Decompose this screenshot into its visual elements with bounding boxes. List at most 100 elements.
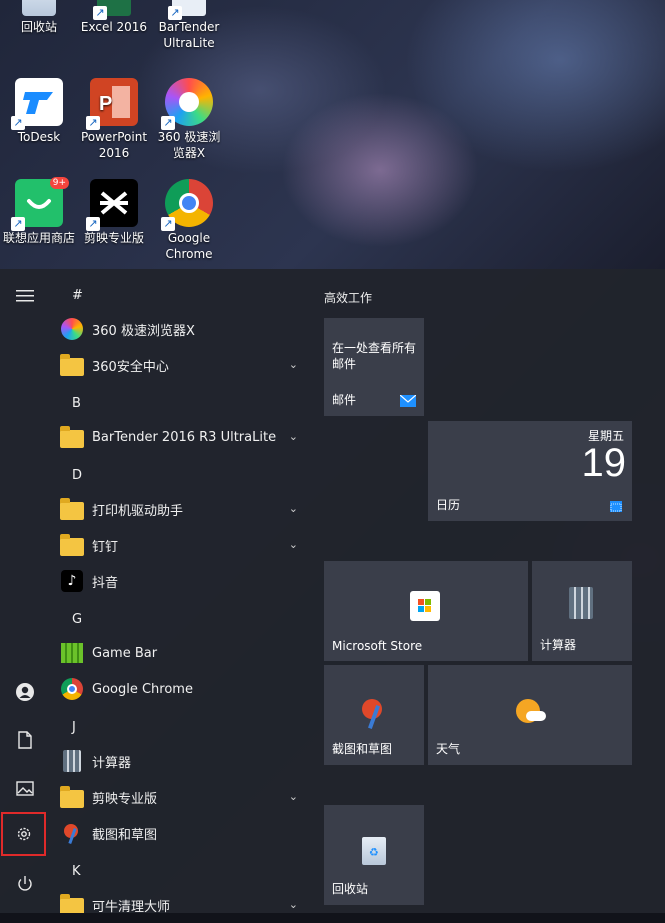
tile-microsoft-store[interactable]: Microsoft Store xyxy=(324,561,528,661)
power-icon xyxy=(18,876,32,891)
desktop-icon-lenovo-store[interactable]: 9+ ↗ 联想应用商店 xyxy=(0,177,78,246)
app-item-google-chrome[interactable]: Google Chrome xyxy=(60,671,306,707)
section-header[interactable]: # xyxy=(72,288,83,303)
folder-icon xyxy=(60,425,84,449)
shortcut-arrow-icon: ↗ xyxy=(168,6,182,20)
lenovo-store-icon: 9+ ↗ xyxy=(11,177,69,231)
douyin-icon: ♪ xyxy=(60,569,84,593)
notification-badge: 9+ xyxy=(49,177,69,189)
tile-recycle-bin[interactable]: ♻ 回收站 xyxy=(324,805,424,905)
desktop-icon-todesk[interactable]: ↗ ToDesk xyxy=(0,78,78,145)
weather-icon xyxy=(516,699,546,729)
pictures-button[interactable] xyxy=(4,767,46,809)
shortcut-arrow-icon: ↗ xyxy=(11,217,25,231)
hamburger-icon xyxy=(16,290,34,302)
desktop-icon-excel[interactable]: ↗ Excel 2016 xyxy=(75,0,153,35)
store-icon xyxy=(410,591,440,621)
svg-text:P: P xyxy=(99,93,112,115)
tile-label: 计算器 xyxy=(540,638,577,652)
chevron-down-icon: ⌄ xyxy=(288,538,298,551)
desktop-icon-label: Excel 2016 xyxy=(80,20,148,34)
shortcut-arrow-icon: ↗ xyxy=(86,217,100,231)
desktop-icon-label: 剪映专业版 xyxy=(83,231,144,245)
desktop-icon-label: Google Chrome xyxy=(165,231,213,261)
desktop-icon-jianying[interactable]: ↗ 剪映专业版 xyxy=(75,179,153,246)
tile-label: 回收站 xyxy=(332,882,369,896)
expand-menu-button[interactable] xyxy=(4,275,46,317)
app-item-360-browser[interactable]: 360 极速浏览器X xyxy=(60,311,306,347)
shortcut-arrow-icon: ↗ xyxy=(86,116,100,130)
start-menu: # 360 极速浏览器X 360安全中心 ⌄ B BarTender 2016 … xyxy=(0,269,665,923)
app-item-360-security[interactable]: 360安全中心 ⌄ xyxy=(60,347,306,383)
calculator-icon xyxy=(569,587,593,619)
taskbar xyxy=(0,913,665,923)
app-label: Game Bar xyxy=(92,645,158,661)
tile-label: 日历 xyxy=(436,498,461,512)
chevron-down-icon: ⌄ xyxy=(288,502,298,515)
folder-icon xyxy=(60,533,84,557)
chevron-down-icon: ⌄ xyxy=(288,790,298,803)
tile-mail[interactable]: 在一处查看所有邮件 邮件 xyxy=(324,318,424,416)
calendar-icon xyxy=(610,501,622,512)
chevron-down-icon: ⌄ xyxy=(288,898,298,911)
360-browser-icon xyxy=(60,317,84,341)
excel-icon: ↗ xyxy=(93,0,131,20)
tile-snip-sketch[interactable]: 截图和草图 xyxy=(324,665,424,765)
desktop-icon-360-browser[interactable]: ↗ 360 极速浏览器X xyxy=(150,78,228,161)
app-label: BarTender 2016 R3 UltraLite xyxy=(92,429,277,445)
settings-button[interactable] xyxy=(1,812,46,856)
app-item-bartender[interactable]: BarTender 2016 R3 UltraLite ⌄ xyxy=(60,419,306,455)
app-item-printer-driver[interactable]: 打印机驱动助手 ⌄ xyxy=(60,491,306,527)
tile-calendar[interactable]: 星期五 19 日历 xyxy=(428,421,632,521)
recycle-bin-icon xyxy=(22,0,56,16)
app-label: 剪映专业版 xyxy=(92,791,158,807)
power-button[interactable] xyxy=(4,863,46,905)
app-label: 可牛清理大师 xyxy=(92,899,171,915)
app-item-douyin[interactable]: ♪ 抖音 xyxy=(60,563,306,599)
desktop-icon-powerpoint[interactable]: P ↗ PowerPoint 2016 xyxy=(75,78,153,161)
desktop-icon-label: BarTender UltraLite xyxy=(158,20,220,50)
tile-label: 截图和草图 xyxy=(332,742,393,756)
powerpoint-icon: P ↗ xyxy=(86,78,138,130)
mail-icon xyxy=(400,395,416,407)
desktop-icon-recycle-bin[interactable]: 回收站 xyxy=(0,0,78,35)
calendar-date: 19 xyxy=(581,441,627,485)
app-label: 打印机驱动助手 xyxy=(92,503,184,519)
todesk-icon: ↗ xyxy=(11,78,63,130)
app-label: 计算器 xyxy=(92,755,132,771)
desktop-icon-label: 360 极速浏览器X xyxy=(157,130,221,160)
user-icon xyxy=(16,683,34,701)
tile-label: 天气 xyxy=(436,742,461,756)
shortcut-arrow-icon: ↗ xyxy=(11,116,25,130)
section-header[interactable]: D xyxy=(72,468,82,483)
tile-group-title[interactable]: 高效工作 xyxy=(324,289,372,306)
snip-sketch-icon xyxy=(360,697,388,729)
image-icon xyxy=(16,780,34,796)
calculator-icon xyxy=(60,749,84,773)
app-item-snip-sketch[interactable]: 截图和草图 xyxy=(60,815,306,851)
section-header[interactable]: K xyxy=(72,864,81,879)
app-item-calculator[interactable]: 计算器 xyxy=(60,743,306,779)
documents-button[interactable] xyxy=(4,719,46,761)
section-header[interactable]: G xyxy=(72,612,82,627)
folder-icon xyxy=(60,785,84,809)
section-header[interactable]: B xyxy=(72,396,81,411)
section-header[interactable]: J xyxy=(72,720,76,735)
tile-calculator[interactable]: 计算器 xyxy=(532,561,632,661)
snip-sketch-icon xyxy=(60,821,84,845)
start-menu-rail xyxy=(0,269,50,923)
app-item-jianying[interactable]: 剪映专业版 ⌄ xyxy=(60,779,306,815)
shortcut-arrow-icon: ↗ xyxy=(93,6,107,20)
mail-tile-header: 在一处查看所有邮件 xyxy=(332,341,417,371)
account-button[interactable] xyxy=(4,671,46,713)
chrome-icon xyxy=(60,677,84,701)
app-label: Google Chrome xyxy=(92,681,193,697)
desktop-icon-bartender[interactable]: ↗ BarTender UltraLite xyxy=(150,0,228,51)
app-item-dingtalk[interactable]: 钉钉 ⌄ xyxy=(60,527,306,563)
desktop-icon-chrome[interactable]: ↗ Google Chrome xyxy=(150,179,228,262)
document-icon xyxy=(18,731,32,749)
chrome-icon: ↗ xyxy=(161,179,213,231)
shortcut-arrow-icon: ↗ xyxy=(161,116,175,130)
app-item-game-bar[interactable]: Game Bar xyxy=(60,635,306,671)
tile-weather[interactable]: 天气 xyxy=(428,665,632,765)
